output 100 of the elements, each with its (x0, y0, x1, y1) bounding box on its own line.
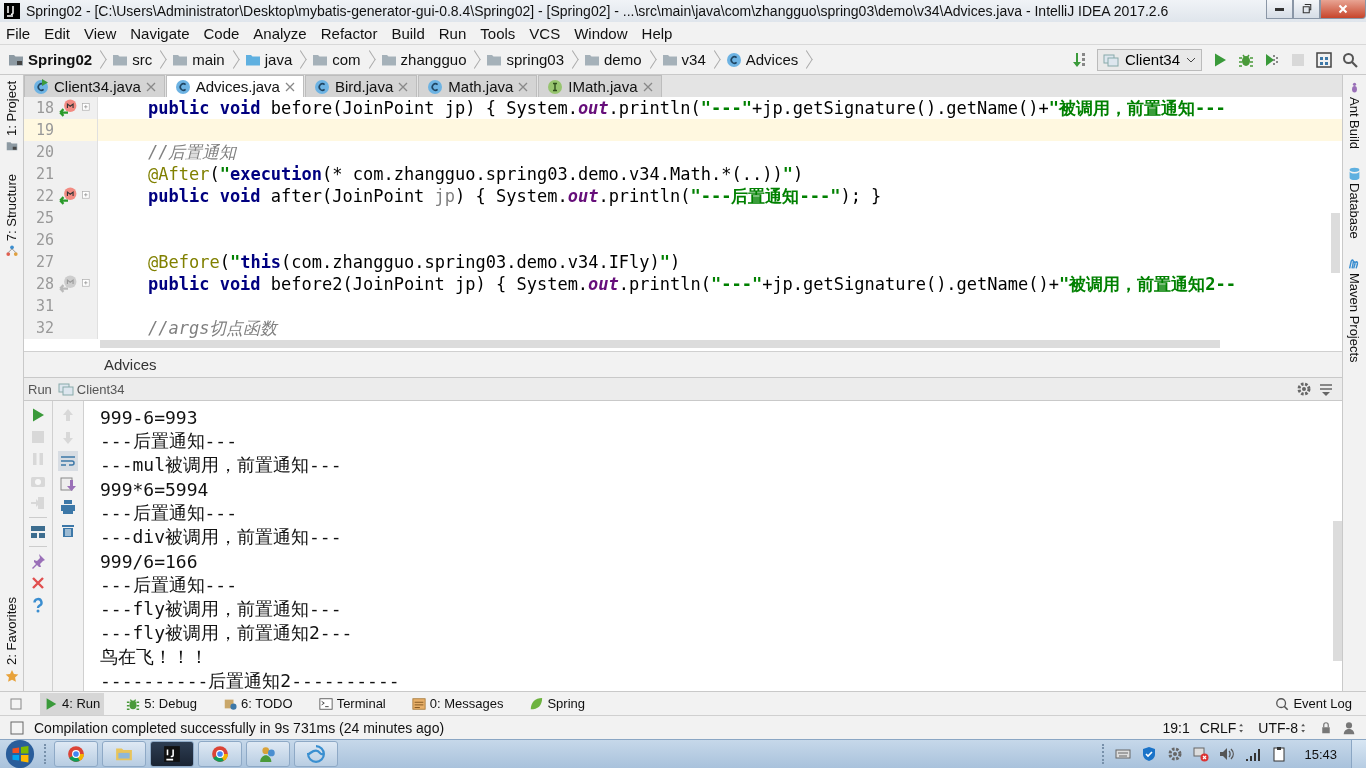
breadcrumb-item[interactable]: Advices (104, 356, 157, 373)
minimize-button[interactable] (1266, 0, 1293, 19)
close-icon[interactable] (284, 81, 295, 92)
scrollbar[interactable] (1331, 213, 1340, 273)
tool-window-tab[interactable]: 7: Structure (4, 173, 19, 242)
speaker-icon[interactable] (1219, 746, 1236, 762)
menu-item[interactable]: View (84, 24, 117, 42)
editor-tab[interactable]: Bird.java (304, 75, 418, 97)
run-tab[interactable]: Client34 (57, 381, 125, 397)
panel-toggle-icon[interactable] (10, 697, 22, 710)
tool-window-tab[interactable]: Terminal (314, 692, 390, 715)
menu-item[interactable]: VCS (529, 24, 561, 42)
close-button[interactable] (1320, 0, 1366, 19)
editor-tab[interactable]: Client34.java (24, 75, 165, 97)
breadcrumb-item[interactable]: com (312, 51, 377, 68)
editor-tab[interactable]: Advices.java (165, 75, 304, 97)
tool-window-tab[interactable]: 6: TODO (219, 692, 297, 715)
gear-icon[interactable] (1167, 746, 1184, 762)
tool-window-tab[interactable]: Ant Build (1347, 97, 1362, 150)
structure-icon[interactable] (1316, 51, 1332, 68)
fold-icon[interactable] (82, 102, 93, 114)
tool-window-tab[interactable]: 5: Debug (122, 692, 202, 715)
scrollbar[interactable] (100, 340, 1220, 348)
menu-item[interactable]: Help (641, 24, 673, 42)
breadcrumb-item[interactable]: Spring02 (8, 51, 109, 68)
menu-item[interactable]: Analyze (253, 24, 307, 42)
clipboard-icon[interactable] (1271, 746, 1288, 762)
hide-icon[interactable] (1318, 381, 1334, 397)
window-title: Spring02 - [C:\Users\Administrator\Desktop\mybatis-generator-gui-0.8.4\Spring02] - [Spring02] - ...\src\main\java\com\zhangguo\spring03\demo\v34\Advices.java - IntelliJ IDEA 2017.2.6 (26, 3, 1169, 19)
menu-item[interactable]: Code (203, 24, 240, 42)
event-log-tab[interactable]: Event Log (1271, 692, 1356, 715)
trash-icon[interactable] (60, 522, 76, 538)
override-marker-icon[interactable] (59, 187, 77, 205)
close-icon[interactable] (642, 81, 653, 92)
panel-toggle-icon[interactable] (10, 720, 24, 735)
taskbar-app[interactable] (150, 741, 194, 767)
editor-tab[interactable]: IMath.java (538, 75, 662, 97)
fold-icon[interactable] (82, 190, 93, 202)
menu-item[interactable]: Run (438, 24, 467, 42)
wrap-icon[interactable] (60, 453, 76, 469)
close-icon (1336, 2, 1350, 16)
breadcrumb-item[interactable]: zhangguo (380, 51, 483, 68)
network-icon[interactable] (1193, 746, 1210, 762)
lock-icon[interactable] (1320, 721, 1332, 734)
keyboard-icon[interactable] (1115, 746, 1132, 762)
menu-item[interactable]: Edit (44, 24, 71, 42)
fold-icon[interactable] (82, 278, 93, 290)
settings-icon[interactable] (1296, 381, 1312, 397)
breadcrumb-item[interactable]: demo (584, 51, 658, 68)
breadcrumb-item[interactable]: java (244, 51, 309, 68)
clock[interactable]: 15:43 (1294, 746, 1347, 762)
tool-window-tab[interactable]: 0: Messages (407, 692, 508, 715)
folder-icon (115, 745, 133, 763)
run-icon[interactable] (1212, 51, 1228, 68)
code-line: @After("execution(* com.zhangguo.spring03.demo.v34.Math.*(..))") (148, 164, 804, 184)
breadcrumb-item[interactable]: spring03 (486, 51, 581, 68)
build-icon[interactable] (1070, 51, 1087, 68)
shield-icon[interactable] (1141, 746, 1158, 762)
override-marker-icon[interactable] (59, 275, 77, 293)
line-separator-selector[interactable]: CRLF (1199, 719, 1249, 736)
scrollbar[interactable] (1333, 521, 1342, 661)
close-icon[interactable] (518, 81, 529, 92)
tool-window-tab[interactable]: 4: Run (40, 692, 105, 715)
layout-icon[interactable] (30, 524, 46, 540)
menu-item[interactable]: Tools (480, 24, 516, 42)
tool-window-tab[interactable]: Database (1347, 183, 1362, 239)
help-icon[interactable] (30, 597, 46, 613)
menu-item[interactable]: Refactor (320, 24, 378, 42)
restore-button[interactable] (1293, 0, 1320, 19)
tool-window-tab[interactable]: 1: Project (4, 81, 19, 136)
print-icon[interactable] (60, 499, 76, 515)
menu-item[interactable]: Build (391, 24, 425, 42)
run-icon[interactable] (30, 407, 46, 423)
menu-item[interactable]: File (6, 24, 31, 42)
close-icon[interactable] (145, 81, 156, 92)
override-marker-icon[interactable] (59, 99, 77, 117)
breadcrumb-item[interactable]: Advices (725, 51, 815, 68)
close-icon[interactable] (398, 81, 409, 92)
menu-item[interactable]: Navigate (130, 24, 190, 42)
person-icon[interactable] (1342, 720, 1356, 735)
maven-icon (1348, 256, 1361, 270)
menu-item[interactable]: Window (574, 24, 628, 42)
show-desktop-button[interactable] (1351, 740, 1366, 768)
caret-position[interactable]: 19:1 (1162, 719, 1190, 736)
coverage-icon[interactable] (1264, 51, 1280, 68)
tool-window-tab[interactable]: Maven Projects (1347, 272, 1362, 363)
breadcrumb-item[interactable]: v34 (661, 51, 722, 68)
tool-window-tab[interactable]: 2: Favorites (4, 597, 19, 665)
pin-icon[interactable] (30, 553, 46, 569)
tool-window-tab[interactable]: Spring (525, 692, 590, 715)
search-icon[interactable] (1342, 51, 1358, 68)
signal-icon[interactable] (1245, 746, 1262, 762)
breadcrumb-item[interactable]: main (172, 51, 241, 68)
encoding-selector[interactable]: UTF-8 (1258, 719, 1310, 736)
editor-tab[interactable]: Math.java (418, 75, 538, 97)
folder-icon (5, 139, 18, 152)
run-config-dropdown[interactable]: Client34 (1096, 48, 1202, 71)
close-icon[interactable] (30, 575, 46, 591)
scroll-end-icon[interactable] (60, 476, 76, 492)
breadcrumb-item[interactable]: src (112, 51, 169, 68)
